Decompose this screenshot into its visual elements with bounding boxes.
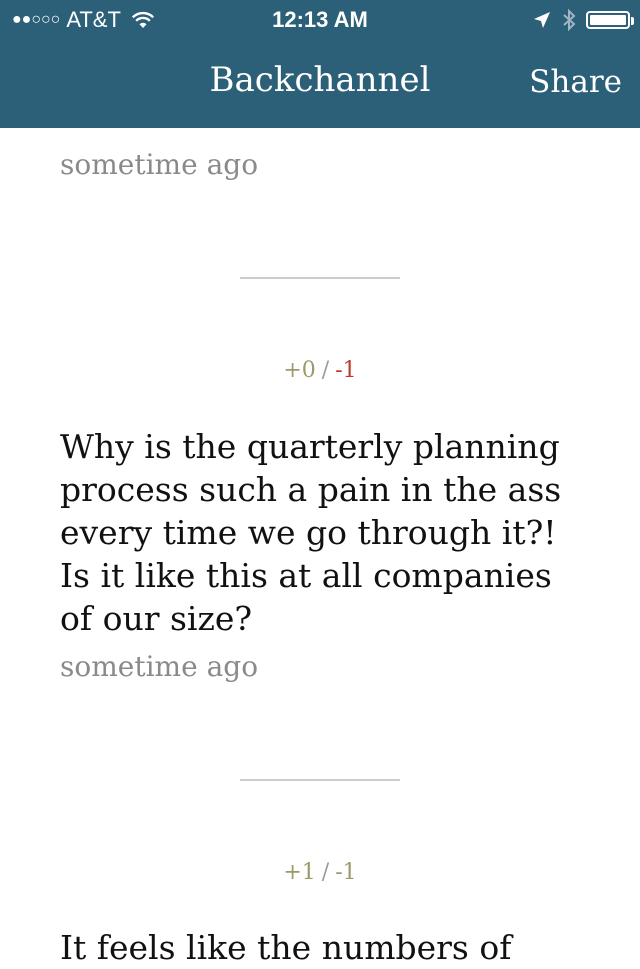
downvote-count[interactable]: -1 (335, 358, 356, 383)
vote-separator: / (321, 358, 330, 383)
bluetooth-icon (563, 8, 576, 32)
battery-icon (586, 11, 634, 29)
post-divider (240, 277, 400, 279)
vote-counts: +1/-1 (0, 860, 640, 885)
feed[interactable]: sometime ago +0/-1 Why is the quarterly … (0, 0, 640, 967)
upvote-count[interactable]: +0 (283, 358, 315, 383)
location-arrow-icon (534, 12, 550, 28)
vote-counts: +0/-1 (0, 358, 640, 383)
status-bar: ●●○○○ AT&T 12:13 AM (0, 0, 640, 40)
status-indicators (532, 8, 634, 32)
navigation-bar: Backchannel Share (0, 40, 640, 128)
vote-separator: / (321, 860, 330, 885)
share-button[interactable]: Share (529, 64, 622, 100)
post-body[interactable]: Why is the quarterly planning process su… (60, 425, 580, 640)
post-timestamp: sometime ago (60, 148, 259, 181)
post-divider (240, 779, 400, 781)
post-timestamp: sometime ago (60, 650, 259, 683)
post-body[interactable]: It feels like the numbers of (60, 926, 580, 969)
upvote-count[interactable]: +1 (283, 860, 315, 885)
downvote-count[interactable]: -1 (335, 860, 356, 885)
